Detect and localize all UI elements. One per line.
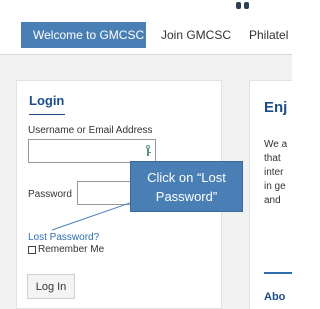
remember-me-checkbox[interactable] [28,245,36,254]
welcome-panel-title: Enj [264,99,288,116]
welcome-text-line: and [264,195,281,206]
welcome-text-line: that [264,153,281,164]
remember-me-option[interactable]: Remember Me [28,244,104,255]
username-label: Username or Email Address [28,125,153,136]
welcome-panel: Enj We a that inter in ge and Abo [249,80,292,309]
login-button[interactable]: Log In [27,274,75,299]
login-title: Login [29,93,65,108]
remember-me-label: Remember Me [38,244,105,255]
main-navigation: Welcome to GMCSC Join GMCSC Philatel [0,22,292,48]
nav-item-join[interactable]: Join GMCSC [161,22,231,48]
site-logo-fragment [236,0,256,14]
password-manager-key-icon[interactable] [144,145,152,156]
about-heading: Abo [264,291,286,303]
instruction-callout: Click on “Lost Password” [130,161,243,212]
login-title-underline [29,114,65,115]
welcome-text-line: inter [264,167,284,178]
about-section-divider [264,272,292,274]
welcome-text-line: in ge [264,181,286,192]
welcome-text-line: We a [264,139,288,150]
lost-password-link[interactable]: Lost Password? [28,232,99,243]
password-label: Password [28,189,72,200]
nav-item-philatelic[interactable]: Philatel [249,22,288,48]
nav-item-welcome[interactable]: Welcome to GMCSC [21,22,146,48]
username-input[interactable] [28,139,156,163]
